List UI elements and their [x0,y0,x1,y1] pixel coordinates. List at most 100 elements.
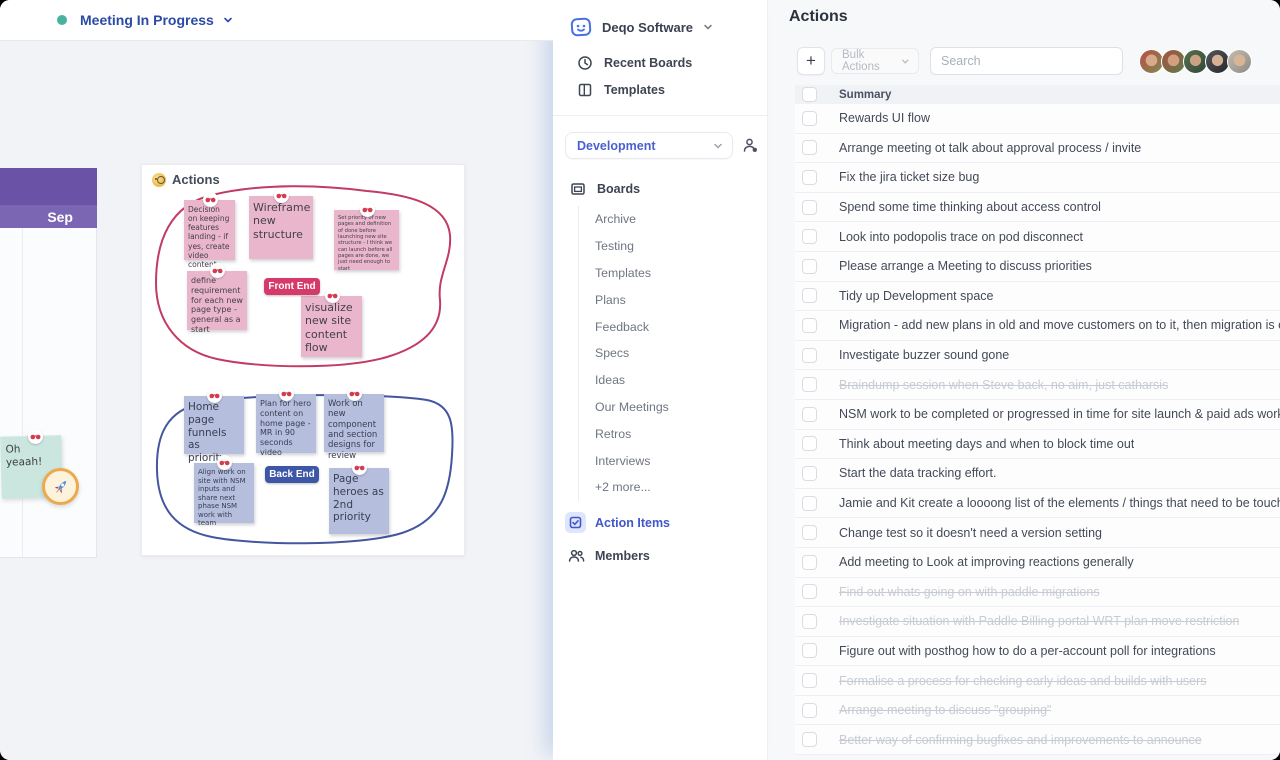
chevron-down-icon [713,141,723,151]
bulk-actions-dropdown[interactable]: Bulk Actions [831,48,919,74]
row-checkbox[interactable] [802,377,817,392]
bulk-actions-label: Bulk Actions [842,49,901,73]
row-checkbox[interactable] [802,466,817,481]
space-select[interactable]: Development [565,132,733,159]
sticky-note[interactable]: Decision on keeping features landing - i… [184,200,235,260]
table-row[interactable]: Formalise a process for checking early i… [795,666,1280,696]
sidebar-item-members[interactable]: Members [568,544,767,568]
row-summary: Better way of confirming bugfixes and im… [839,733,1202,747]
table-row[interactable]: Jamie and Kit create a loooong list of t… [795,489,1280,519]
row-checkbox[interactable] [802,229,817,244]
table-row[interactable]: Migration - add new plans in old and mov… [795,311,1280,341]
row-checkbox[interactable] [802,318,817,333]
row-checkbox[interactable] [802,111,817,126]
table-row[interactable]: Tidy up Development space [795,282,1280,312]
row-checkbox[interactable] [802,732,817,747]
sticky-note[interactable]: visualize new site content flow [301,296,362,357]
table-row[interactable]: Arrange meeting ot talk about approval p… [795,134,1280,164]
row-checkbox[interactable] [802,614,817,629]
row-summary: Please arrange a Meeting to discuss prio… [839,259,1092,273]
row-checkbox[interactable] [802,140,817,155]
sidebar-board-templates[interactable]: Templates [595,260,767,287]
actions-frame[interactable]: Actions Decision on keeping features lan… [141,164,465,556]
table-row[interactable]: Fix the jira ticket size bug [795,163,1280,193]
sidebar-item-boards[interactable]: Boards [553,175,767,202]
back-end-chip[interactable]: Back End [265,466,319,483]
sidebar-board-archive[interactable]: Archive [595,206,767,233]
sidebar-board-ideas[interactable]: Ideas [595,367,767,394]
table-row[interactable]: Rewards UI flow [795,104,1280,134]
table-row[interactable]: Investigate situation with Paddle Billin… [795,607,1280,637]
row-checkbox[interactable] [802,348,817,363]
chevron-down-icon[interactable] [223,15,233,25]
row-checkbox[interactable] [802,259,817,274]
sidebar-board-retros[interactable]: Retros [595,420,767,447]
row-checkbox[interactable] [802,170,817,185]
table-row[interactable]: Find out whats going on with paddle migr… [795,578,1280,608]
sidebar-item-templates[interactable]: Templates [553,76,767,103]
table-row[interactable]: Add meeting to Look at improving reactio… [795,548,1280,578]
whiteboard-canvas[interactable]: Meeting In Progress Sep Oh yeaah! [0,0,553,760]
row-checkbox[interactable] [802,643,817,658]
search-input[interactable] [930,47,1123,75]
chevron-down-icon [901,57,910,66]
row-summary: Start the data tracking effort. [839,466,997,480]
table-row[interactable]: Look into podopolis trace on pod disconn… [795,222,1280,252]
row-checkbox[interactable] [802,584,817,599]
sidebar-item-recent-boards[interactable]: Recent Boards [553,49,767,76]
sidebar-board-specs[interactable]: Specs [595,340,767,367]
sticky-note[interactable]: Home page funnels as priority [184,396,244,454]
sticky-note[interactable]: Align work on site with NSM inputs and s… [194,463,254,523]
sidebar-board-interviews[interactable]: Interviews [595,447,767,474]
table-row[interactable]: Braindump session when Steve back, no ai… [795,370,1280,400]
sidebar-board-our-meetings[interactable]: Our Meetings [595,394,767,421]
table-row[interactable]: Please arrange a Meeting to discuss prio… [795,252,1280,282]
table-row[interactable]: Start the data tracking effort. [795,459,1280,489]
sticky-note[interactable]: Page heroes as 2nd priority [329,468,389,534]
meeting-status-label[interactable]: Meeting In Progress [80,12,214,28]
deqo-logo-icon [570,16,592,38]
table-row[interactable]: Arrange meeting to discuss "grouping" [795,696,1280,726]
select-all-checkbox[interactable] [802,87,817,102]
row-summary: Spend some time thinking about access co… [839,200,1101,214]
action-items-icon [565,512,586,533]
row-checkbox[interactable] [802,200,817,215]
table-row[interactable]: Figure out with posthog how to do a per-… [795,637,1280,667]
table-row[interactable]: NSM work to be completed or progressed i… [795,400,1280,430]
member-avatar-5[interactable] [1227,49,1252,74]
front-end-chip[interactable]: Front End [264,278,320,295]
sticky-note[interactable]: Plan for hero content on home page - MR … [256,394,316,453]
sticky-note[interactable]: Set priority of new pages and definition… [334,210,399,270]
sidebar-board--2-more-[interactable]: +2 more... [595,474,767,501]
sidebar-board-feedback[interactable]: Feedback [595,313,767,340]
row-checkbox[interactable] [802,407,817,422]
row-summary: Look into podopolis trace on pod disconn… [839,230,1083,244]
workspace-switcher[interactable]: Deqo Software [553,0,767,39]
chevron-down-icon [703,22,713,32]
row-checkbox[interactable] [802,555,817,570]
row-checkbox[interactable] [802,525,817,540]
sticky-note[interactable]: define requirement for each new page typ… [187,271,247,330]
actions-panel: Actions + Bulk Actions Summary Rewards U… [768,0,1280,760]
manage-users-icon[interactable] [742,137,759,154]
boards-icon [570,181,586,197]
table-row[interactable]: Better way of confirming bugfixes and im… [795,725,1280,755]
row-checkbox[interactable] [802,673,817,688]
members-icon [568,548,585,563]
table-row[interactable]: Spend some time thinking about access co… [795,193,1280,223]
table-row[interactable]: Investigate buzzer sound gone [795,341,1280,371]
sidebar-board-testing[interactable]: Testing [595,233,767,260]
row-checkbox[interactable] [802,436,817,451]
row-checkbox[interactable] [802,288,817,303]
row-checkbox[interactable] [802,496,817,511]
glasses-emoji-badge [217,455,232,470]
table-row[interactable]: Change test so it doesn't need a version… [795,518,1280,548]
row-checkbox[interactable] [802,703,817,718]
sticky-note[interactable]: Work on new component and section design… [324,394,384,452]
sidebar-board-plans[interactable]: Plans [595,286,767,313]
row-summary: Fix the jira ticket size bug [839,170,979,184]
add-action-button[interactable]: + [797,47,825,75]
sticky-note[interactable]: Wireframe new structure [249,196,313,259]
sidebar-item-action-items[interactable]: Action Items [565,510,767,536]
table-row[interactable]: Think about meeting days and when to blo… [795,430,1280,460]
